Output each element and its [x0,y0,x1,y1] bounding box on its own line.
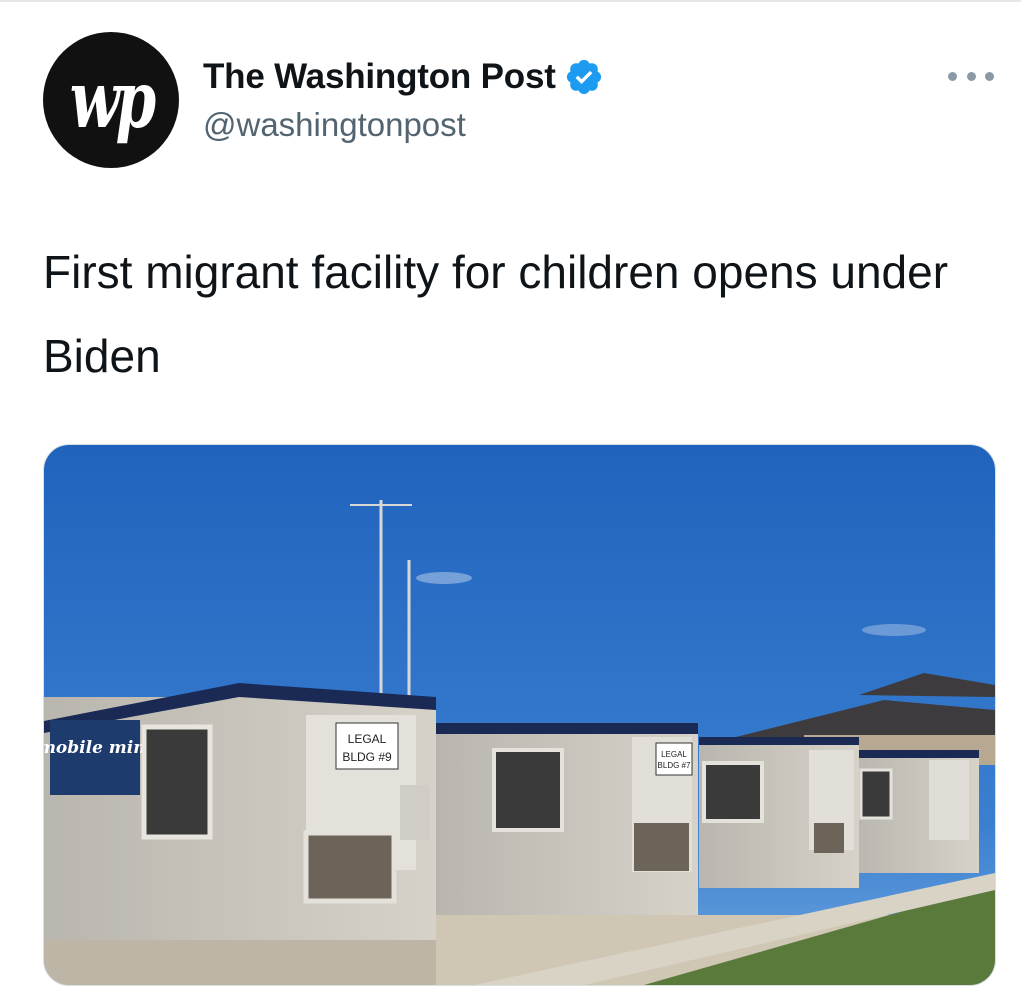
avatar-logo-mark: wp [69,54,157,146]
avatar[interactable]: wp [43,32,179,168]
author-handle[interactable]: @washingtonpost [203,106,466,144]
more-dot [948,71,957,81]
sign-1-line1: LEGAL [348,732,387,746]
link-card-image[interactable]: LEGAL BLDG #7 mobile mini LEGAL BLDG #9 [43,444,996,986]
more-horizontal-icon[interactable] [948,66,994,86]
sign-2-line2: BLDG #7 [658,761,691,770]
author-name-row: The Washington Post [203,57,604,97]
card-photo: LEGAL BLDG #7 mobile mini LEGAL BLDG #9 [44,445,995,985]
top-divider [0,0,1021,2]
sign-1-line2: BLDG #9 [342,750,392,764]
mobile-mini-logo: mobile mini [44,738,152,758]
author-display-name[interactable]: The Washington Post [203,57,556,97]
more-dot [985,71,994,81]
tweet-text: First migrant facility for children open… [43,246,949,382]
verified-badge-icon [566,59,601,95]
more-dot [966,71,976,81]
sign-2-line1: LEGAL [661,750,687,759]
